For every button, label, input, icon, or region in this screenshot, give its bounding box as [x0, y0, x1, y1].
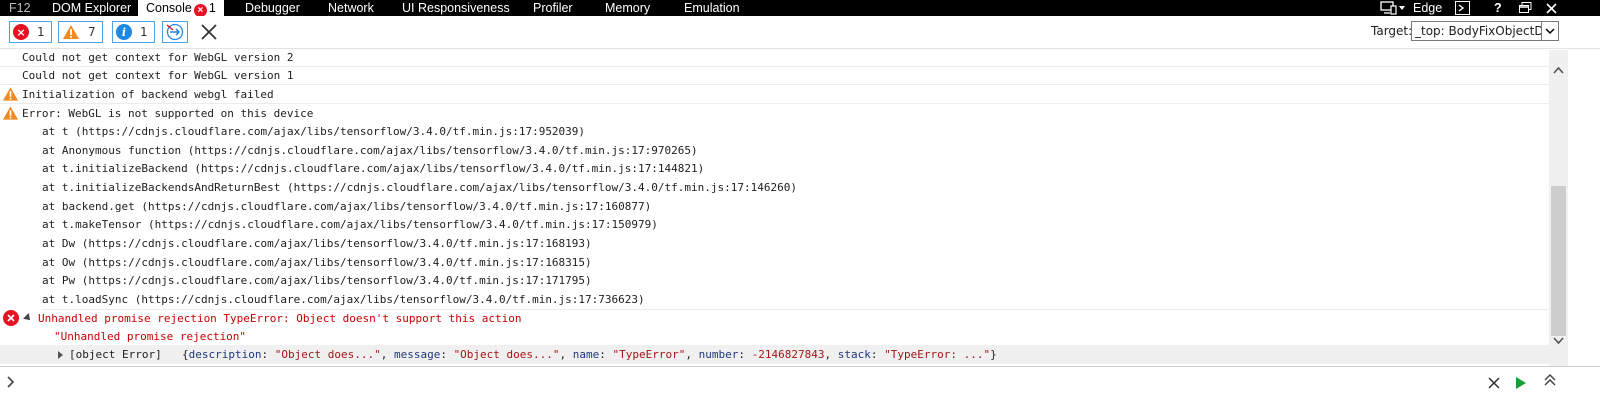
prop-value: "TypeError" — [612, 348, 686, 361]
object-label: [object Error] — [69, 348, 162, 361]
tab-ui-responsiveness[interactable]: UI Responsiveness — [402, 0, 510, 16]
stack-frame[interactable]: at Anonymous function (https://cdnjs.clo… — [42, 141, 698, 160]
stack-frame[interactable]: at t.makeTensor (https://cdnjs.cloudflar… — [42, 215, 658, 234]
prop-value: -2146827843 — [751, 348, 825, 361]
stack-frame[interactable]: at Pw (https://cdnjs.cloudflare.com/ajax… — [42, 271, 592, 290]
tab-memory[interactable]: Memory — [605, 0, 650, 16]
prompt-chevron-icon — [7, 376, 15, 388]
undock-button[interactable] — [1519, 0, 1532, 16]
messages-count: 1 — [140, 25, 148, 39]
collapse-arrow-icon[interactable] — [23, 313, 33, 323]
console-prompt-icon — [1455, 1, 1470, 15]
close-devtools-button[interactable] — [1546, 0, 1557, 16]
browser-mode-label: Edge — [1413, 1, 1443, 15]
error-circle-icon — [3, 310, 19, 326]
stack-frame[interactable]: at Dw (https://cdnjs.cloudflare.com/ajax… — [42, 234, 592, 253]
chevron-down-icon — [1541, 22, 1558, 40]
scroll-up-icon[interactable] — [1553, 65, 1564, 76]
target-select[interactable]: _top: BodyFixObjectDet — [1411, 21, 1559, 41]
warnings-count: 7 — [88, 25, 96, 39]
console-toolbar: × 1 7 i 1 — [0, 16, 1600, 49]
tab-dom-explorer[interactable]: DOM Explorer — [52, 0, 131, 16]
clear-input-icon[interactable] — [1488, 377, 1500, 389]
clear-on-navigate-icon — [166, 23, 184, 41]
console-error-detail: "Unhandled promise rejection" — [0, 327, 1549, 346]
target-select-value: _top: BodyFixObjectDet — [1415, 24, 1556, 38]
stack-frame[interactable]: at Ow (https://cdnjs.cloudflare.com/ajax… — [42, 253, 592, 272]
log-text: Could not get context for WebGL version … — [22, 51, 294, 64]
log-text: Could not get context for WebGL version … — [22, 69, 294, 82]
messages-filter-button[interactable]: i 1 — [112, 21, 155, 43]
warning-triangle-icon — [2, 87, 19, 101]
console-input[interactable] — [0, 366, 1600, 399]
console-warning-line: Error: WebGL is not supported on this de… — [0, 104, 1549, 123]
tab-console-error-count: 1 — [208, 1, 216, 15]
devtools-tab-bar: F12 DOM Explorer Console × 1 Debugger Netw… — [0, 0, 1600, 17]
prop-value: "Object does..." — [453, 348, 560, 361]
console-log-line: Could not get context for WebGL version … — [0, 50, 1549, 67]
scrollbar-thumb[interactable] — [1551, 186, 1566, 336]
console-log-line: Could not get context for WebGL version … — [0, 66, 1549, 85]
warning-text: Error: WebGL is not supported on this de… — [22, 107, 314, 120]
tab-console-label: Console — [146, 1, 192, 15]
console-output[interactable]: Could not get context for WebGL version … — [0, 50, 1549, 366]
prop-key: name — [572, 348, 600, 361]
stack-frame[interactable]: at t.initializeBackend (https://cdnjs.cl… — [42, 159, 704, 178]
prop-key: number — [698, 348, 739, 361]
prop-key: message — [393, 348, 441, 361]
prop-key: stack — [837, 348, 871, 361]
prop-key: description — [188, 348, 262, 361]
expand-arrow-icon[interactable] — [58, 351, 63, 359]
console-toggle-button[interactable] — [1455, 0, 1470, 16]
object-preview: {description: "Object does...", message:… — [182, 348, 997, 361]
target-label: Target: — [1371, 24, 1413, 38]
warning-triangle-icon — [2, 106, 19, 120]
stack-frame[interactable]: at t.loadSync (https://cdnjs.cloudflare.… — [42, 290, 1549, 310]
tab-f12: F12 — [9, 1, 31, 15]
warning-triangle-icon — [63, 25, 79, 39]
info-circle-icon: i — [116, 24, 132, 40]
stack-frame[interactable]: at t (https://cdnjs.cloudflare.com/ajax/… — [42, 122, 585, 141]
chevron-down-icon — [1399, 6, 1405, 10]
errors-filter-button[interactable]: × 1 — [9, 21, 52, 43]
error-string: "Unhandled promise rejection" — [54, 330, 247, 343]
error-circle-icon: × — [13, 24, 29, 40]
scroll-down-icon[interactable] — [1553, 335, 1564, 346]
warnings-filter-button[interactable]: 7 — [58, 21, 103, 43]
console-scrollbar[interactable] — [1549, 50, 1568, 366]
clear-on-navigate-button[interactable] — [162, 21, 188, 43]
errors-count: 1 — [37, 25, 45, 39]
clear-console-icon[interactable] — [201, 24, 217, 40]
device-icon — [1380, 1, 1397, 15]
stack-frame[interactable]: at t.initializeBackendsAndReturnBest (ht… — [42, 178, 797, 197]
undock-icon — [1519, 2, 1532, 13]
stack-frame[interactable]: at backend.get (https://cdnjs.cloudflare… — [42, 197, 651, 216]
browser-mode-selector[interactable]: Edge — [1380, 0, 1442, 16]
prop-value: "Object does..." — [274, 348, 381, 361]
tab-debugger[interactable]: Debugger — [245, 0, 300, 16]
help-icon[interactable]: ? — [1494, 0, 1502, 16]
console-warning-line: Initialization of backend webgl failed — [0, 85, 1549, 104]
close-icon — [1546, 2, 1557, 14]
console-error-line[interactable]: Unhandled promise rejection TypeError: O… — [0, 309, 1549, 328]
tab-emulation[interactable]: Emulation — [684, 0, 740, 16]
tab-network[interactable]: Network — [328, 0, 374, 16]
error-text: Unhandled promise rejection TypeError: O… — [38, 312, 522, 325]
tab-profiler[interactable]: Profiler — [533, 0, 573, 16]
warning-text: Initialization of backend webgl failed — [22, 88, 274, 101]
object-tree-row[interactable]: [object Error] {description: "Object doe… — [0, 345, 1549, 364]
tab-console[interactable]: Console × 1 — [138, 0, 224, 17]
prop-value: "TypeError: ..." — [884, 348, 991, 361]
expand-input-icon[interactable] — [1543, 373, 1557, 387]
run-script-icon[interactable] — [1515, 376, 1527, 390]
